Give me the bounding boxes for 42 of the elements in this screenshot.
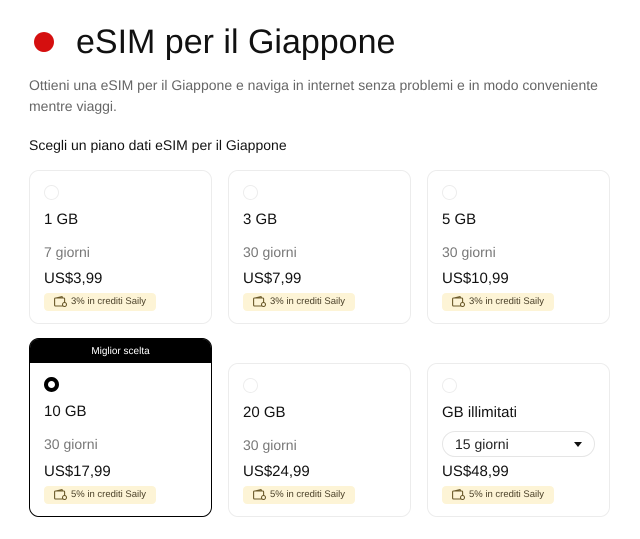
wallet-icon (253, 489, 266, 500)
section-title: Scegli un piano dati eSIM per il Giappone (29, 136, 288, 155)
credits-tag: 3% in crediti Saily (442, 292, 554, 311)
plan-card[interactable]: 3 GB 30 giorni US$7,99 3% in crediti Saily (228, 170, 411, 324)
caret-icon (574, 442, 582, 446)
description: Ottieni una eSIM per il Giappone e naviga in internet senza problemi e in modo conveniente mentre viaggi. (29, 76, 599, 116)
plan-price: US$3,99 (44, 269, 102, 290)
plan-duration: 30 giorni (243, 242, 297, 262)
radio-button[interactable] (44, 377, 59, 392)
plan-card[interactable]: GB illimitati 15 giorni US$48,99 5% in crediti Saily (427, 363, 610, 517)
plan-data: 1 GB (44, 210, 78, 230)
wallet-icon (452, 296, 465, 308)
credits-tag: 5% in crediti Saily (44, 486, 156, 504)
plan-card[interactable]: 20 GB 30 giorni US$24,99 5% in crediti Saily (228, 363, 411, 517)
plan-card[interactable]: Miglior scelta 10 GB 30 giorni US$17,99 5% in crediti Saily (29, 338, 212, 517)
plan-card[interactable]: 1 GB 7 giorni US$3,99 3% in crediti Saily (29, 170, 212, 324)
page-title: eSIM per il Giappone (76, 25, 396, 59)
plan-price: US$48,99 (442, 462, 509, 482)
plan-price: US$17,99 (44, 462, 111, 482)
plan-card[interactable]: 5 GB 30 giorni US$10,99 3% in crediti Saily (427, 170, 610, 324)
duration-dropdown[interactable]: 15 giorni (442, 431, 595, 457)
plan-duration: 30 giorni (442, 242, 496, 262)
wallet-icon (54, 296, 67, 308)
plan-price: US$10,99 (442, 269, 509, 290)
plan-duration: 7 giorni (44, 242, 90, 262)
plan-price: US$7,99 (243, 269, 302, 290)
plan-data: 3 GB (243, 210, 278, 230)
best-choice-banner: Miglior scelta (30, 339, 211, 363)
plan-price: US$24,99 (243, 462, 310, 482)
plan-data: 20 GB (243, 402, 286, 423)
wallet-icon (54, 489, 67, 500)
plan-data: 10 GB (44, 402, 87, 422)
wallet-icon (253, 296, 266, 308)
credits-tag: 3% in crediti Saily (243, 292, 355, 311)
credits-tag: 5% in crediti Saily (243, 486, 355, 504)
plan-duration: 30 giorni (243, 436, 297, 455)
credits-tag: 3% in crediti Saily (44, 292, 156, 311)
plan-data: 5 GB (442, 210, 476, 230)
plan-data: GB illimitati (442, 402, 518, 423)
plan-duration: 30 giorni (44, 434, 98, 454)
wallet-icon (452, 489, 465, 500)
credits-tag: 5% in crediti Saily (442, 486, 554, 504)
